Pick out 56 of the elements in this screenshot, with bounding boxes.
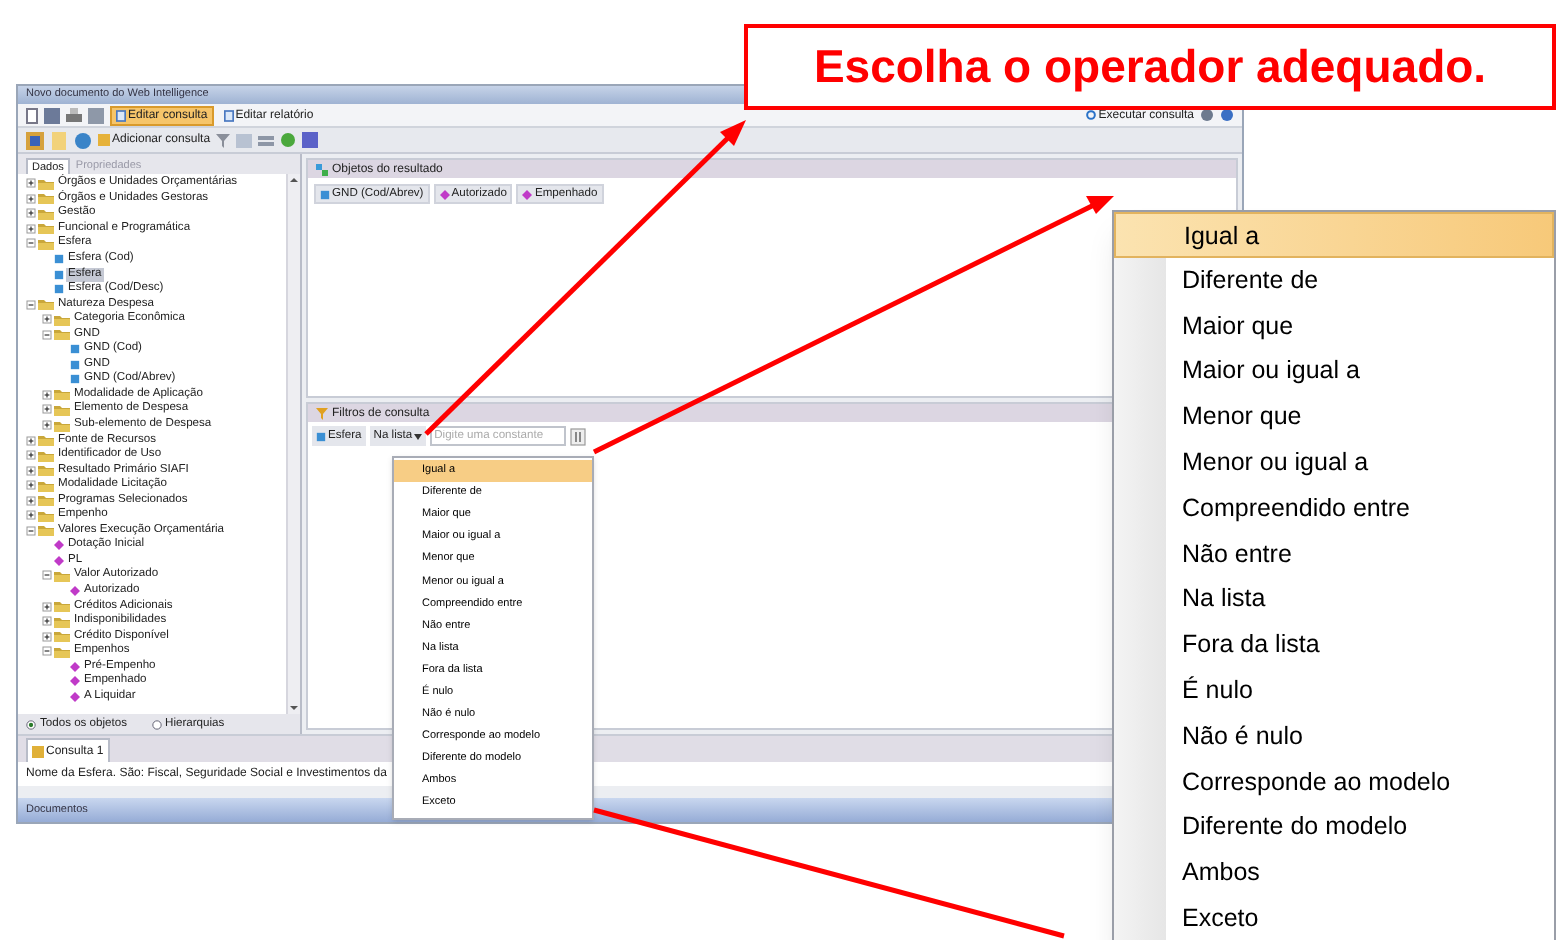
- filter-icon: [316, 407, 328, 419]
- collapse-icon[interactable]: [26, 238, 36, 249]
- menu-item[interactable]: Menor ou igual a: [1114, 439, 1554, 486]
- expand-icon[interactable]: [42, 389, 52, 400]
- expand-icon[interactable]: [26, 223, 36, 234]
- expand-icon[interactable]: [26, 208, 36, 219]
- menu-item[interactable]: Compreendido entre: [1114, 485, 1554, 532]
- folder-icon: [54, 569, 70, 582]
- expand-icon[interactable]: [26, 465, 36, 476]
- expand-icon[interactable]: [26, 510, 36, 521]
- callout-text: Escolha o operador adequado.: [744, 24, 1556, 110]
- expand-icon[interactable]: [42, 420, 52, 431]
- expand-icon[interactable]: [26, 178, 36, 189]
- expand-icon[interactable]: [42, 616, 52, 627]
- expand-icon[interactable]: [26, 495, 36, 506]
- list-icon[interactable]: [258, 133, 275, 147]
- diamond-icon: [70, 586, 80, 597]
- collapse-icon[interactable]: [42, 570, 52, 581]
- menu-item[interactable]: Na lista: [1114, 576, 1554, 623]
- menu-item[interactable]: Não entre: [1114, 531, 1554, 577]
- menu-item[interactable]: Maior que: [1114, 303, 1554, 349]
- menu-item[interactable]: Fora da lista: [1114, 622, 1554, 668]
- menu-item[interactable]: Não é nulo: [1114, 713, 1554, 760]
- value-list-icon[interactable]: [570, 427, 587, 445]
- collapse-icon[interactable]: [26, 299, 36, 310]
- print-icon[interactable]: [66, 107, 82, 123]
- collapse-icon[interactable]: [42, 329, 52, 340]
- expand-icon[interactable]: [42, 404, 52, 415]
- diamond-icon: [522, 189, 533, 199]
- refresh-icon: [1086, 110, 1097, 120]
- expand-icon[interactable]: [42, 631, 52, 642]
- expand-icon[interactable]: [42, 314, 52, 325]
- new-document-icon[interactable]: [26, 107, 38, 123]
- menu-item[interactable]: Exceto: [1114, 895, 1554, 940]
- menu-item[interactable]: Menor que: [1114, 394, 1554, 440]
- objects-icon: [316, 163, 328, 175]
- menu-item[interactable]: Ambos: [1114, 850, 1554, 896]
- expand-icon[interactable]: [26, 193, 36, 204]
- expand-icon[interactable]: [42, 601, 52, 612]
- collapse-icon[interactable]: [42, 646, 52, 657]
- expand-icon[interactable]: [26, 435, 36, 446]
- diamond-icon: [439, 189, 450, 199]
- menu-item[interactable]: É nulo: [1114, 667, 1554, 714]
- document-icon: [223, 109, 234, 121]
- collapse-icon[interactable]: [26, 525, 36, 536]
- expand-icon[interactable]: [26, 480, 36, 491]
- radio-button[interactable]: [26, 719, 36, 729]
- scrollbar[interactable]: [286, 174, 300, 714]
- menu-item[interactable]: Diferente de: [1114, 257, 1554, 304]
- menu-item[interactable]: Igual a: [1114, 212, 1554, 258]
- caret-icon: [414, 433, 423, 439]
- filter-tool-icon[interactable]: [216, 133, 231, 147]
- radio-button[interactable]: [151, 719, 162, 729]
- document-icon: [116, 109, 126, 121]
- menu-item[interactable]: Maior ou igual a: [1114, 348, 1554, 395]
- expand-icon[interactable]: [26, 450, 36, 461]
